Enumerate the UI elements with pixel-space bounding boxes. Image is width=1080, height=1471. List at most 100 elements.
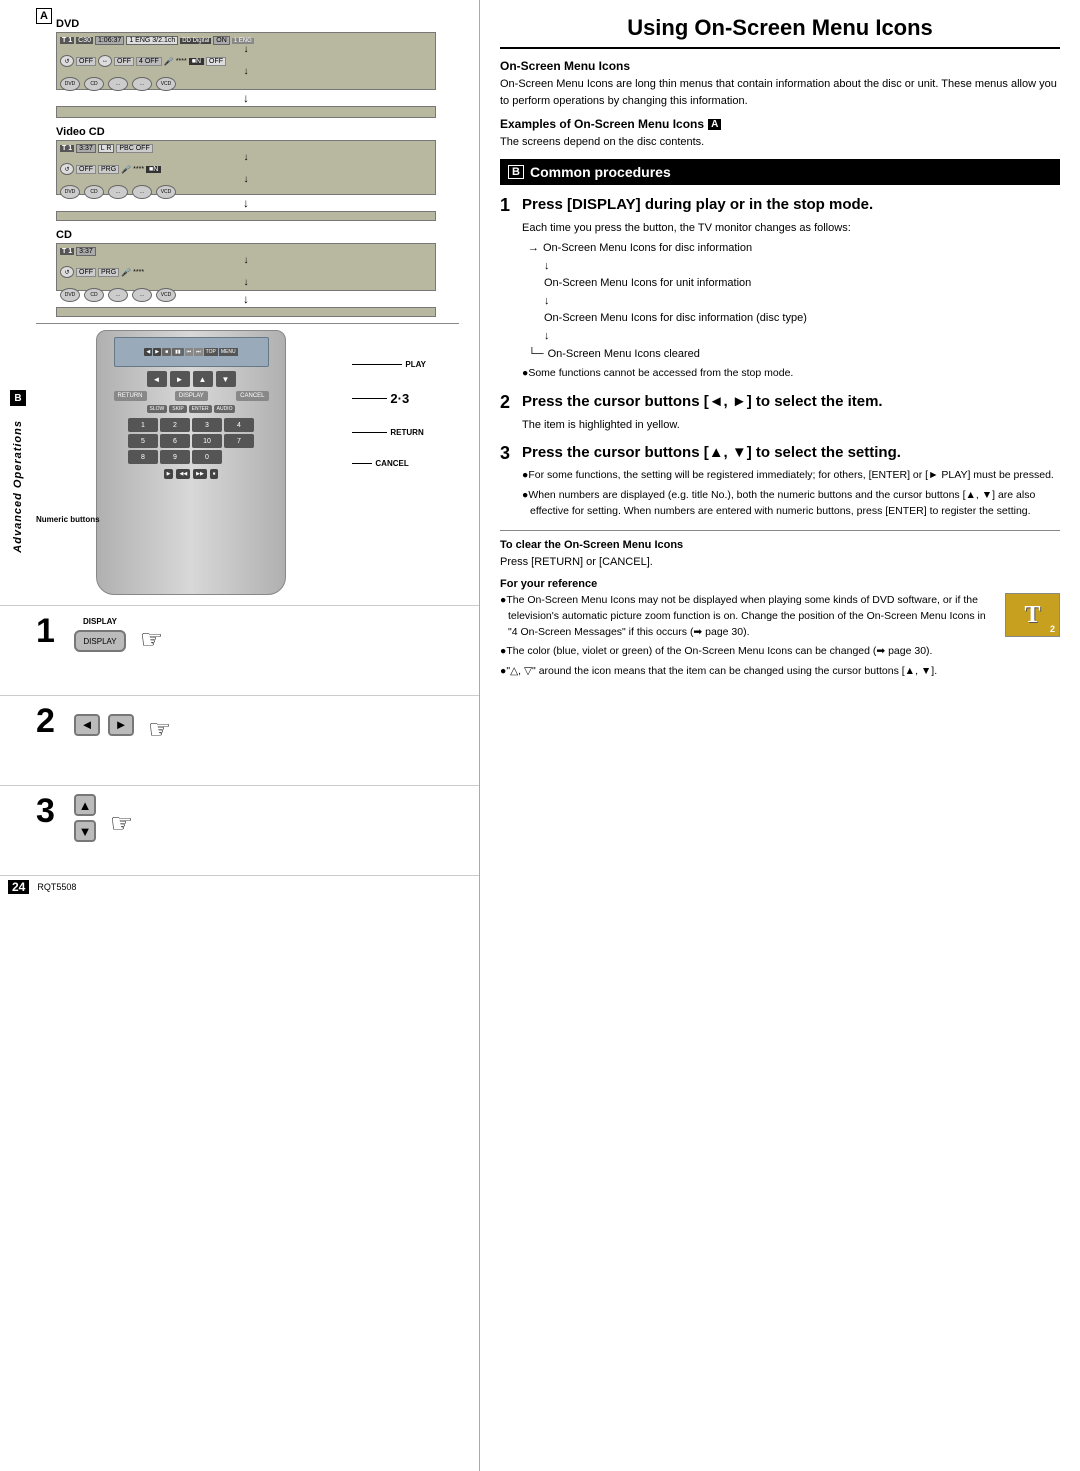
- remote-extra2[interactable]: SKIP: [169, 405, 186, 413]
- section-b-label: B: [10, 390, 26, 406]
- remote-return-btn[interactable]: RETURN: [114, 391, 147, 401]
- examples-subtext: The screens depend on the disc contents.: [500, 134, 1060, 151]
- remote-bot3[interactable]: ▶▶: [193, 469, 207, 479]
- remote-num7[interactable]: 7: [224, 434, 254, 448]
- page-number: 24: [8, 880, 29, 894]
- remote-num4[interactable]: 4: [224, 418, 254, 432]
- clear-section: To clear the On-Screen Menu Icons Press …: [500, 539, 1060, 571]
- cursor-down-btn[interactable]: ▼: [74, 820, 96, 842]
- common-procedures-bar: B Common procedures: [500, 159, 1060, 185]
- cursor-right-btn[interactable]: ►: [108, 714, 134, 736]
- play-label: PLAY: [405, 360, 426, 369]
- step3-content: ▲ ▼ ☞: [64, 794, 133, 842]
- left-footer: 24 RQT5508: [0, 875, 479, 898]
- examples-a-label: A: [708, 119, 721, 130]
- remote-disp-btn7: TOP: [204, 348, 218, 356]
- flow-down-3: ↓: [544, 328, 1060, 346]
- cd-screen: T 1 3:37 ↓ ↺ OFF PRG 🎤 **** ↓ DVD CD ...…: [56, 243, 436, 291]
- display-btn-label: DISPLAY: [83, 617, 117, 626]
- right-step2-heading-row: 2 Press the cursor buttons [◄, ►] to sel…: [500, 392, 1060, 413]
- cd-t1: T 1: [60, 248, 74, 255]
- cd-arrow1: ↓: [60, 256, 432, 266]
- remote-disp-btn5: ⏮: [185, 348, 194, 356]
- dvd-disc1: DVD: [60, 77, 80, 91]
- dvd-time: 1:06:37: [95, 36, 124, 45]
- remote-num6[interactable]: 6: [160, 434, 190, 448]
- cd-disc1: DVD: [60, 288, 80, 302]
- step3-bullet-1: ●For some functions, the setting will be…: [522, 468, 1060, 484]
- remote-num10[interactable]: 10: [192, 434, 222, 448]
- dvd-off3: OFF: [206, 57, 226, 66]
- flow-text-2: On-Screen Menu Icons for unit informatio…: [544, 275, 751, 293]
- cancel-line: [352, 463, 372, 464]
- remote-num9[interactable]: 9: [160, 450, 190, 464]
- numeric-label: Numeric buttons: [36, 515, 100, 524]
- remote-num2[interactable]: 2: [160, 418, 190, 432]
- remote-container: ◀ ▶ ■ ▮▮ ⏮ ⏭ TOP MENU ◄ ► ▲ ▼: [36, 330, 436, 605]
- return-label-row: RETURN: [352, 428, 426, 437]
- vcd-disc4: ...: [132, 185, 152, 199]
- divider-1: [500, 530, 1060, 531]
- display-button[interactable]: DISPLAY: [74, 630, 126, 652]
- play-label-row: PLAY: [352, 360, 426, 369]
- right-step2-num: 2: [500, 392, 516, 413]
- remote-mid-row: RETURN DISPLAY CANCEL: [114, 391, 269, 401]
- remote-cancel-btn[interactable]: CANCEL: [236, 391, 268, 401]
- right-panel: Using On-Screen Menu Icons On-Screen Men…: [480, 0, 1080, 1471]
- step2-row: 2 ◄ ► ☞: [0, 695, 479, 785]
- remote-extra4[interactable]: AUDIO: [214, 405, 236, 413]
- vcd-mic: 🎤: [121, 165, 131, 174]
- icon-thumb-number: 2: [1050, 624, 1055, 634]
- flow-arrow-1: →: [528, 240, 539, 258]
- on-screen-header: On-Screen Menu Icons: [500, 59, 1060, 73]
- remote-down-btn[interactable]: ▼: [216, 371, 236, 387]
- vcd-disc1: DVD: [60, 185, 80, 199]
- numeric-label-area: Numeric buttons: [36, 515, 100, 524]
- dvd-label: DVD: [56, 18, 479, 30]
- right-step2-heading: Press the cursor buttons [◄, ►] to selec…: [522, 392, 883, 412]
- step2-hand-icon: ☞: [148, 714, 171, 745]
- cursor-left-btn[interactable]: ◄: [74, 714, 100, 736]
- flow-item-2: On-Screen Menu Icons for unit informatio…: [544, 275, 1060, 293]
- cd-off1: OFF: [76, 268, 96, 277]
- remote-bot1[interactable]: ▶: [164, 469, 174, 479]
- right-step1-heading: Press [DISPLAY] during play or in the st…: [522, 195, 873, 215]
- flow-item-1: → On-Screen Menu Icons for disc informat…: [528, 240, 1060, 258]
- flow-item-4: └─ On-Screen Menu Icons cleared: [528, 346, 1060, 364]
- remote-num8[interactable]: 8: [128, 450, 158, 464]
- remote-num1[interactable]: 1: [128, 418, 158, 432]
- dvd-disc2: CD: [84, 77, 104, 91]
- remote-extra1[interactable]: SLOW: [147, 405, 168, 413]
- remote-disp-btn3: ■: [162, 348, 171, 356]
- vcd-extra-row: [56, 211, 436, 221]
- remote-left-btn[interactable]: ◄: [147, 371, 167, 387]
- remote-num3[interactable]: 3: [192, 418, 222, 432]
- flow-down-2: ↓: [544, 293, 1060, 311]
- vcd-n: ■N: [146, 166, 161, 173]
- right-step1-heading-row: 1 Press [DISPLAY] during play or in the …: [500, 195, 1060, 216]
- cursor-up-btn[interactable]: ▲: [74, 794, 96, 816]
- remote-bot4[interactable]: ⏹: [210, 469, 219, 479]
- return-line: [352, 432, 387, 433]
- icon-thumb-letter: T: [1024, 602, 1040, 629]
- dvd-n: ■N: [189, 58, 204, 65]
- remote-num0[interactable]: 0: [192, 450, 222, 464]
- remote-num5[interactable]: 5: [128, 434, 158, 448]
- remote-right-btn[interactable]: ►: [170, 371, 190, 387]
- remote-display-btn[interactable]: DISPLAY: [175, 391, 208, 401]
- clear-header: To clear the On-Screen Menu Icons: [500, 539, 1060, 551]
- remote-extra3[interactable]: ENTER: [189, 405, 212, 413]
- flow-text-3: On-Screen Menu Icons for disc informatio…: [544, 310, 807, 328]
- dvd-icon1: ↺: [60, 55, 74, 67]
- dvd-c30: C30: [76, 37, 93, 44]
- label23-line: [352, 398, 387, 399]
- dvd-disc3: ...: [108, 77, 128, 91]
- cd-icon1: ↺: [60, 266, 74, 278]
- remote-bot2[interactable]: ◀◀: [176, 469, 190, 479]
- vcd-icon1: ↺: [60, 163, 74, 175]
- b-box: B: [508, 165, 524, 179]
- remote-enter-btn[interactable]: ▲: [193, 371, 213, 387]
- cd-disc5: VCD: [156, 288, 176, 302]
- vcd-prg: PRG: [98, 165, 119, 174]
- step1-note: ●Some functions cannot be accessed from …: [522, 366, 1060, 382]
